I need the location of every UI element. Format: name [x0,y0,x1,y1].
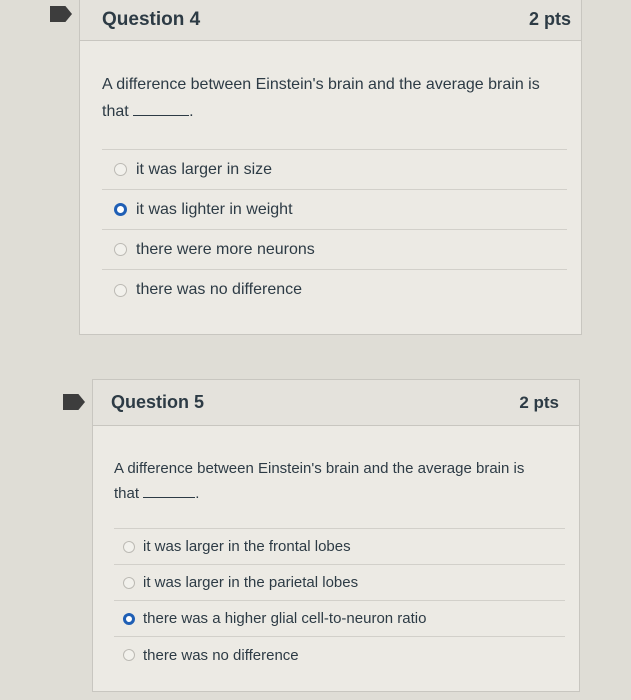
radio-button[interactable] [114,243,127,256]
question-body: A difference between Einstein's brain an… [93,426,579,673]
answer-option[interactable]: there was a higher glial cell-to-neuron … [114,601,565,637]
radio-button[interactable] [123,540,135,553]
question-title: Question 4 [102,8,201,30]
answer-option[interactable]: it was lighter in weight [102,190,567,230]
radio-button-selected[interactable] [123,612,135,625]
question-card: Question 5 2 pts A difference between Ei… [92,379,580,692]
answer-label: there were more neurons [136,240,315,258]
radio-button-selected[interactable] [114,203,127,216]
answer-label: it was larger in the frontal lobes [143,538,351,555]
answer-label: there was no difference [136,281,303,298]
question-points: 2 pts [528,9,571,29]
answer-label: it was larger in the parietal lobes [143,574,359,591]
answer-option[interactable]: there were more neurons [102,230,567,270]
question-text: A difference between Einstein's brain an… [102,71,567,125]
answer-option[interactable]: it was larger in the frontal lobes [114,529,565,565]
question-text-line2: that [114,485,140,502]
answer-list: it was larger in size it was lighter in … [102,149,567,310]
answer-blank [133,115,190,116]
question-title: Question 5 [111,392,205,412]
radio-button[interactable] [114,163,127,176]
question-card: Question 4 2 pts A difference between Ei… [79,0,582,335]
question-body: A difference between Einstein's brain an… [80,41,581,310]
question-text: A difference between Einstein's brain an… [114,456,565,506]
answer-label: it was lighter in weight [136,200,293,218]
radio-button[interactable] [114,283,127,297]
question-header: Question 5 2 pts [93,380,579,426]
radio-button[interactable] [123,649,135,661]
blank-tail: . [189,103,194,120]
question-text-line2: that [102,103,129,120]
answer-list: it was larger in the frontal lobes it wa… [114,528,565,673]
question-header: Question 4 2 pts [80,0,581,41]
answer-option[interactable]: there was no difference [114,637,565,673]
question-text-line1: A difference between Einstein's brain an… [114,460,525,477]
answer-label: there was no difference [143,646,299,664]
question-flag-icon[interactable] [50,6,72,22]
answer-option[interactable]: it was larger in size [102,150,567,190]
answer-label: it was larger in size [136,160,273,178]
answer-label: there was a higher glial cell-to-neuron … [143,610,427,627]
answer-option[interactable]: it was larger in the parietal lobes [114,565,565,601]
question-points: 2 pts [519,392,559,412]
answer-option[interactable]: there was no difference [102,270,567,310]
question-text-line1: A difference between Einstein's brain an… [102,76,540,93]
question-flag-icon[interactable] [63,394,85,410]
answer-blank [143,497,196,498]
blank-tail: . [195,485,200,502]
radio-button[interactable] [123,576,135,589]
